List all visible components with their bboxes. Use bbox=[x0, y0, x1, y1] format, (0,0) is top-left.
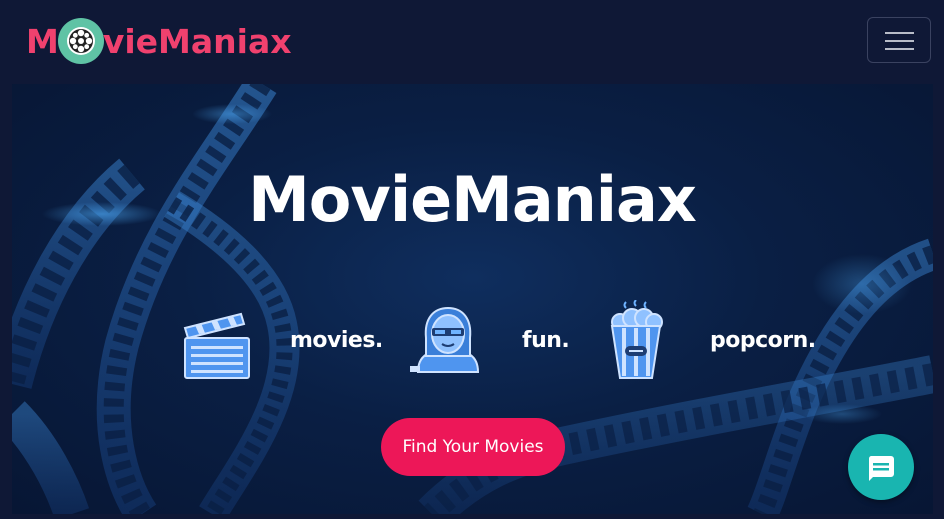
clapperboard-icon bbox=[181, 300, 251, 385]
feature-label-fun: fun. bbox=[522, 328, 570, 353]
navbar: M vieManiax bbox=[0, 0, 944, 82]
chat-bubble-icon bbox=[867, 454, 895, 485]
find-your-movies-button[interactable]: Find Your Movies bbox=[381, 418, 565, 476]
viewer-3d-glasses-icon bbox=[408, 306, 488, 379]
film-reel-icon bbox=[57, 18, 104, 64]
brand-suffix: vieManiax bbox=[102, 21, 292, 61]
feature-popcorn: popcorn. bbox=[606, 299, 816, 385]
feature-fun: fun. bbox=[408, 306, 570, 379]
popcorn-icon bbox=[606, 299, 666, 385]
brand-prefix: M bbox=[26, 21, 59, 61]
hamburger-line bbox=[885, 48, 914, 50]
hamburger-menu-icon bbox=[885, 32, 914, 34]
feature-label-popcorn: popcorn. bbox=[710, 328, 816, 353]
feature-movies: movies. bbox=[181, 300, 383, 385]
navbar-toggle-button[interactable] bbox=[867, 17, 931, 63]
page: M vieManiax MovieManiax movies. fun. pop… bbox=[0, 0, 944, 519]
chat-button[interactable] bbox=[848, 434, 914, 500]
feature-label-movies: movies. bbox=[290, 328, 383, 353]
brand-logo[interactable]: M vieManiax bbox=[26, 18, 292, 64]
hero-title: MovieManiax bbox=[248, 163, 697, 236]
hamburger-line bbox=[885, 40, 914, 42]
